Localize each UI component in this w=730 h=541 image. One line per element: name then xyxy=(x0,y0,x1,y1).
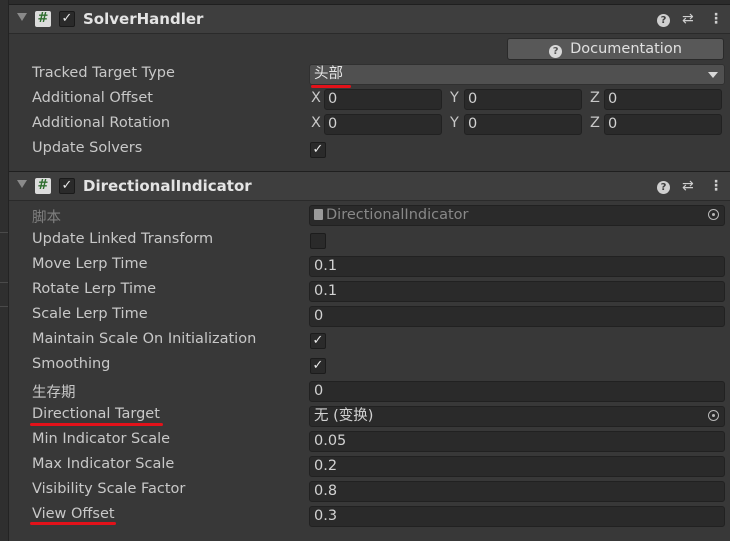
update-solvers-label: Update Solvers xyxy=(32,140,143,156)
min-indicator-scale-field[interactable]: 0.05 xyxy=(309,431,725,452)
maintain-scale-label: Maintain Scale On Initialization xyxy=(32,331,257,347)
max-indicator-scale-label: Max Indicator Scale xyxy=(32,456,175,472)
help-icon[interactable]: ? xyxy=(657,10,670,28)
gutter-border xyxy=(8,0,9,541)
rotation-x-field[interactable]: 0 xyxy=(324,114,442,135)
script-value: DirectionalIndicator xyxy=(326,207,469,223)
update-linked-transform-label: Update Linked Transform xyxy=(32,231,214,247)
rotation-z-field[interactable]: 0 xyxy=(604,114,722,135)
annotation-underline xyxy=(30,423,163,426)
scale-lerp-time-label: Scale Lerp Time xyxy=(32,306,148,322)
script-object-field: DirectionalIndicator xyxy=(309,205,725,226)
left-gutter xyxy=(0,0,8,541)
visibility-scale-factor-field[interactable]: 0.8 xyxy=(309,481,725,502)
gutter-divider xyxy=(0,282,8,283)
presets-icon[interactable]: ⇄ xyxy=(682,10,694,28)
offset-y-label: Y xyxy=(450,90,459,106)
script-label: 脚本 xyxy=(32,210,61,226)
kebab-menu-icon[interactable]: ⋮ xyxy=(709,177,723,195)
offset-z-label: Z xyxy=(590,90,600,106)
offset-z-field[interactable]: 0 xyxy=(604,89,722,110)
script-asset-icon xyxy=(314,209,323,220)
gutter-divider xyxy=(0,306,8,307)
offset-y-field[interactable]: 0 xyxy=(464,89,582,110)
additional-offset-label: Additional Offset xyxy=(32,90,153,106)
visibility-scale-factor-label: Visibility Scale Factor xyxy=(32,481,186,497)
documentation-button[interactable]: ? Documentation xyxy=(507,38,724,60)
tracked-target-type-dropdown[interactable]: 头部 xyxy=(309,64,725,85)
directional-target-value: 无 (变换) xyxy=(314,408,374,424)
gutter-divider xyxy=(0,232,8,233)
presets-icon[interactable]: ⇄ xyxy=(682,177,694,195)
component-title: SolverHandler xyxy=(83,10,204,28)
directional-indicator-header[interactable]: # ✓ DirectionalIndicator ? ⇄ ⋮ xyxy=(9,171,730,201)
lifetime-label: 生存期 xyxy=(32,385,76,401)
directional-target-field[interactable]: 无 (变换) xyxy=(309,406,725,427)
move-lerp-time-label: Move Lerp Time xyxy=(32,256,148,272)
documentation-label: Documentation xyxy=(570,41,682,57)
dropdown-arrow-icon xyxy=(708,72,718,78)
additional-rotation-label: Additional Rotation xyxy=(32,115,171,131)
smoothing-checkbox[interactable]: ✓ xyxy=(310,358,326,374)
rotate-lerp-time-field[interactable]: 0.1 xyxy=(309,281,725,302)
move-lerp-time-field[interactable]: 0.1 xyxy=(309,256,725,277)
view-offset-field[interactable]: 0.3 xyxy=(309,506,725,527)
rotation-y-field[interactable]: 0 xyxy=(464,114,582,135)
solver-handler-header[interactable]: # ✓ SolverHandler ? ⇄ ⋮ xyxy=(9,4,730,34)
tracked-target-type-label: Tracked Target Type xyxy=(32,65,175,81)
rotate-lerp-time-label: Rotate Lerp Time xyxy=(32,281,157,297)
offset-x-label: X xyxy=(311,90,321,106)
annotation-underline xyxy=(311,85,351,88)
min-indicator-scale-label: Min Indicator Scale xyxy=(32,431,171,447)
smoothing-label: Smoothing xyxy=(32,356,111,372)
directional-indicator-enabled-checkbox[interactable]: ✓ xyxy=(59,178,75,194)
offset-x-field[interactable]: 0 xyxy=(324,89,442,110)
max-indicator-scale-field[interactable]: 0.2 xyxy=(309,456,725,477)
annotation-underline xyxy=(30,522,116,525)
foldout-arrow-icon[interactable] xyxy=(17,13,27,21)
update-linked-transform-checkbox[interactable] xyxy=(310,233,326,249)
object-picker-icon xyxy=(708,209,719,220)
kebab-menu-icon[interactable]: ⋮ xyxy=(709,10,723,28)
directional-target-label: Directional Target xyxy=(32,406,160,422)
component-title: DirectionalIndicator xyxy=(83,177,252,195)
solver-handler-enabled-checkbox[interactable]: ✓ xyxy=(59,11,75,27)
rotation-x-label: X xyxy=(311,115,321,131)
update-solvers-checkbox[interactable]: ✓ xyxy=(310,142,326,158)
script-icon: # xyxy=(35,178,51,194)
rotation-z-label: Z xyxy=(590,115,600,131)
view-offset-label: View Offset xyxy=(32,506,115,522)
object-picker-icon[interactable] xyxy=(708,410,719,421)
scale-lerp-time-field[interactable]: 0 xyxy=(309,306,725,327)
lifetime-field[interactable]: 0 xyxy=(309,381,725,402)
rotation-y-label: Y xyxy=(450,115,459,131)
help-icon: ? xyxy=(549,45,563,58)
foldout-arrow-icon[interactable] xyxy=(17,180,27,188)
help-icon[interactable]: ? xyxy=(657,177,670,195)
script-icon: # xyxy=(35,11,51,27)
maintain-scale-checkbox[interactable]: ✓ xyxy=(310,333,326,349)
dropdown-value: 头部 xyxy=(314,66,343,82)
